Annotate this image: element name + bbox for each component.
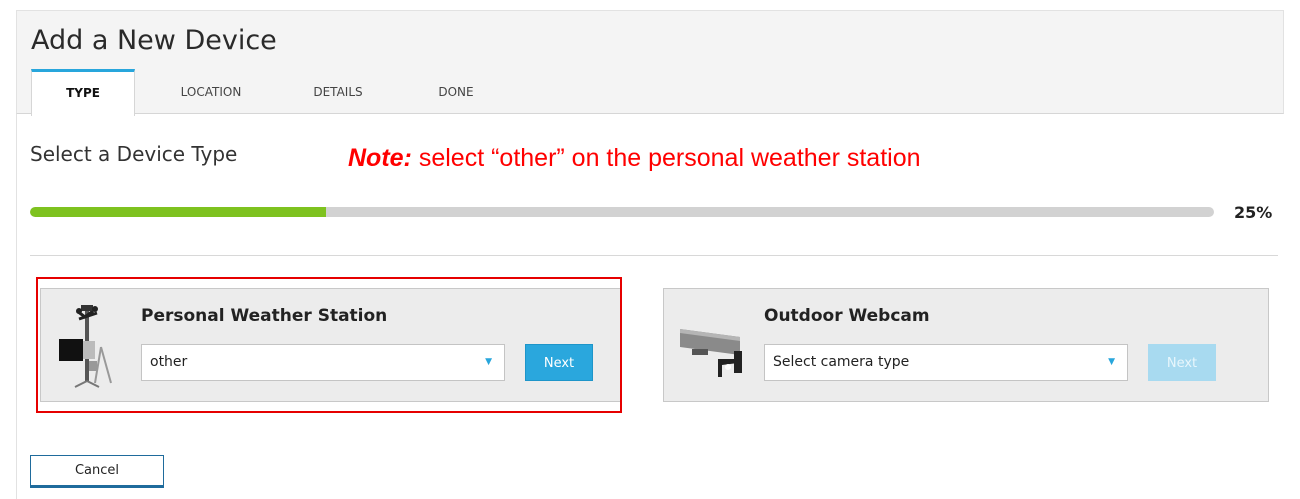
next-button[interactable]: Next bbox=[1148, 344, 1216, 381]
cancel-button[interactable]: Cancel bbox=[30, 455, 164, 488]
section-title: Select a Device Type bbox=[30, 142, 238, 166]
select-value: Select camera type bbox=[773, 354, 910, 370]
progress-label: 25% bbox=[1234, 203, 1273, 222]
card-title: Outdoor Webcam bbox=[764, 306, 930, 326]
tab-details[interactable]: DETAILS bbox=[293, 69, 383, 115]
note-label: Note: bbox=[348, 144, 412, 172]
camera-type-select[interactable]: Select camera type ▼ bbox=[764, 344, 1128, 381]
chevron-down-icon: ▼ bbox=[485, 357, 492, 367]
device-type-select[interactable]: other ▼ bbox=[141, 344, 505, 381]
card-title: Personal Weather Station bbox=[141, 306, 388, 326]
chevron-down-icon: ▼ bbox=[1108, 357, 1115, 367]
next-button[interactable]: Next bbox=[525, 344, 593, 381]
page-header: Add a New Device TYPE LOCATION DETAILS D… bbox=[16, 10, 1284, 116]
select-value: other bbox=[150, 354, 188, 370]
security-camera-icon bbox=[678, 303, 748, 388]
device-card-weather-station: Personal Weather Station other ▼ Next bbox=[40, 288, 622, 402]
progress-bar bbox=[30, 207, 1214, 217]
divider bbox=[30, 255, 1278, 256]
tab-type[interactable]: TYPE bbox=[31, 69, 135, 116]
progress-fill bbox=[30, 207, 326, 217]
page-border bbox=[16, 114, 17, 499]
tab-done[interactable]: DONE bbox=[421, 69, 491, 115]
weather-station-icon bbox=[55, 303, 125, 388]
tab-location[interactable]: LOCATION bbox=[161, 69, 261, 115]
device-card-outdoor-webcam: Outdoor Webcam Select camera type ▼ Next bbox=[663, 288, 1269, 402]
note-text: select “other” on the personal weather s… bbox=[411, 144, 921, 172]
page-title: Add a New Device bbox=[31, 25, 277, 56]
note-annotation: Note: select “other” on the personal wea… bbox=[348, 144, 921, 173]
